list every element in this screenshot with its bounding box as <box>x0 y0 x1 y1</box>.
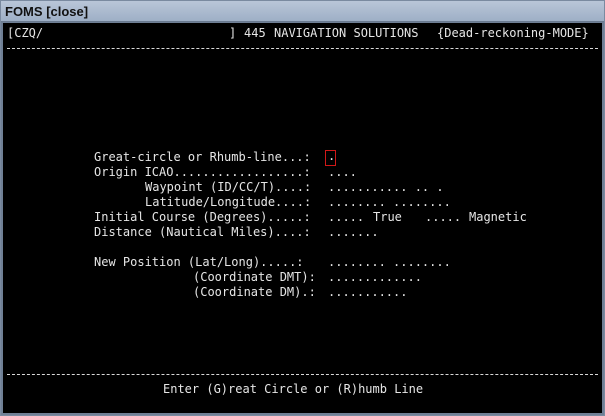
distance-label: Distance (Nautical Miles)....: <box>94 225 311 239</box>
waypoint-input[interactable]: ........... .. . <box>328 180 444 195</box>
header-input-close: ] <box>229 26 237 40</box>
footer-prompt: Enter (G)reat Circle or (R)humb Line <box>163 382 424 396</box>
title-bar: FOMS [close] <box>1 1 604 22</box>
app-name: FOMS <box>5 4 43 19</box>
method-value: . <box>328 149 336 163</box>
method-input[interactable]: . <box>325 149 336 166</box>
coordinate-dmt-label: (Coordinate DMT): <box>193 270 316 284</box>
course-magnetic-label: Magnetic <box>469 210 527 224</box>
header-input-open: [CZQ/ <box>7 26 44 40</box>
origin-input[interactable]: .... <box>328 165 357 180</box>
course-true-label: True <box>373 210 402 224</box>
new-position-value: ........ ........ <box>328 255 451 269</box>
solutions-count: 445 <box>244 26 266 40</box>
coordinate-dm-value: ........... <box>328 285 408 299</box>
coordinate-dmt-value: ............. <box>328 270 422 284</box>
header-divider <box>7 48 598 49</box>
latlong-input[interactable]: ........ ........ <box>328 195 451 210</box>
coordinate-dm-label: (Coordinate DM).: <box>193 285 316 299</box>
close-button[interactable]: [close] <box>46 4 88 19</box>
window-title: FOMS [close] <box>5 4 88 19</box>
course-label: Initial Course (Degrees).....: <box>94 210 311 224</box>
footer-divider <box>7 374 598 375</box>
method-label: Great-circle or Rhumb-line...: <box>94 150 311 164</box>
solutions-label: NAVIGATION SOLUTIONS <box>274 26 419 40</box>
waypoint-label: Waypoint (ID/CC/T)....: <box>145 180 312 194</box>
foms-window: FOMS [close] [CZQ/ ] 445 NAVIGATION SOLU… <box>0 0 605 416</box>
distance-input[interactable]: ....... <box>328 225 379 240</box>
course-magnetic-input[interactable]: ..... <box>425 210 461 225</box>
latlong-label: Latitude/Longitude....: <box>145 195 312 209</box>
course-true-input[interactable]: ..... <box>328 210 364 225</box>
new-position-label: New Position (Lat/Long).....: <box>94 255 304 269</box>
terminal-screen[interactable]: [CZQ/ ] 445 NAVIGATION SOLUTIONS {Dead-r… <box>3 23 602 413</box>
origin-label: Origin ICAO..................: <box>94 165 311 179</box>
mode-indicator: {Dead-reckoning-MODE} <box>437 26 589 40</box>
